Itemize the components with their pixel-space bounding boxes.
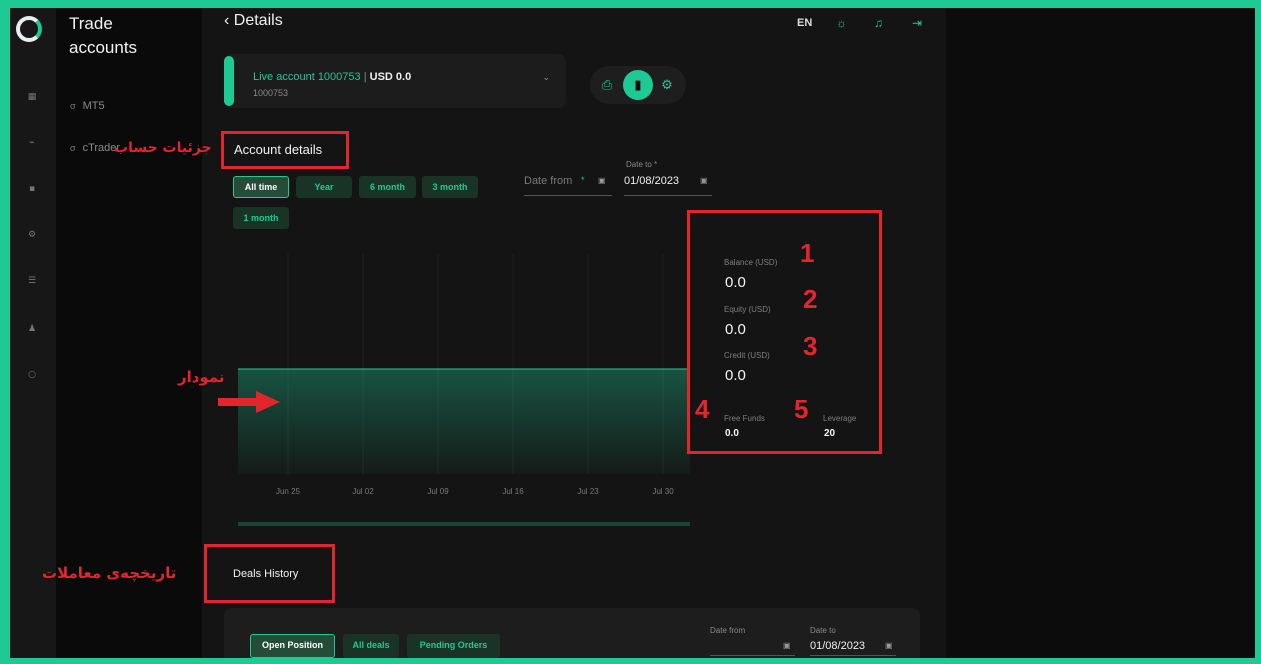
tab-pending-orders[interactable]: Pending Orders <box>407 634 500 658</box>
link-icon: σ <box>70 143 76 153</box>
page-title: Details <box>233 12 283 29</box>
chart-scroll-track[interactable] <box>238 522 690 526</box>
date-to-label: Date to <box>626 160 652 169</box>
tab-open-position[interactable]: Open Position <box>250 634 335 658</box>
balance-chart: Jun 25 Jul 02 Jul 09 Jul 16 Jul 23 Jul 30 <box>238 254 690 526</box>
chevron-left-icon: ‹ <box>224 12 230 29</box>
calendar-icon[interactable]: ▣ <box>885 641 893 650</box>
sidebar-item-label: MT5 <box>82 100 105 112</box>
account-number: 1000753 <box>253 88 289 98</box>
annotation-box-deals <box>204 544 335 603</box>
chart-icon[interactable]: ⌁ <box>27 138 37 148</box>
sidebar-item-mt5[interactable]: σ MT5 <box>70 100 105 112</box>
right-empty-pane <box>946 8 1255 658</box>
annotation-arrow-icon <box>218 391 280 413</box>
deals-date-to-value: 01/08/2023 <box>810 640 866 652</box>
filter-all-time[interactable]: All time <box>233 176 289 198</box>
required-mark: * <box>654 160 658 169</box>
theme-sun-icon[interactable]: ☼ <box>836 16 847 30</box>
statistics-icon[interactable]: ▮ <box>623 70 653 100</box>
account-name: Live account 1000753 <box>253 71 361 83</box>
date-from-placeholder: Date from <box>524 175 573 187</box>
date-to-field[interactable]: Date to * 01/08/2023 ▣ <box>624 160 712 196</box>
sidebar-title: Trade accounts <box>69 14 138 57</box>
date-to-value: 01/08/2023 <box>624 175 680 187</box>
required-mark: * <box>581 175 585 185</box>
x-tick-label: Jul 23 <box>577 487 599 496</box>
list-icon[interactable]: ☰ <box>27 276 37 286</box>
logo-icon[interactable] <box>16 16 42 42</box>
annotation-number: 3 <box>803 331 818 361</box>
calendar-icon[interactable]: ▣ <box>598 176 606 185</box>
deposit-icon[interactable]: ⎙ <box>592 70 622 100</box>
filter-1-month[interactable]: 1 month <box>233 207 289 229</box>
bell-icon[interactable]: ♫ <box>874 16 883 30</box>
deals-date-from-label: Date from <box>710 626 746 635</box>
tab-all-deals[interactable]: All deals <box>343 634 399 658</box>
icon-rail: ▦ ⌁ ▪ ⚙ ☰ ♟ ○ <box>10 8 56 658</box>
filter-6-month[interactable]: 6 month <box>359 176 416 198</box>
wallet-icon[interactable]: ▪ <box>27 184 37 194</box>
account-tools: ⎙ ▮ ⚙ <box>590 66 686 104</box>
sidebar: Trade accounts σ MT5 σ cTrader <box>56 8 202 658</box>
grid-icon[interactable]: ▦ <box>27 92 37 102</box>
annotation-number: 1 <box>800 238 815 268</box>
annotation-label-deals: تاریخچه‌ی معاملات <box>42 564 177 582</box>
account-title: Live account 1000753 | USD 0.0 <box>253 71 412 83</box>
link-icon: σ <box>70 101 76 111</box>
chevron-down-icon[interactable]: ⌄ <box>542 72 550 83</box>
sidebar-item-ctrader[interactable]: σ cTrader <box>70 142 120 154</box>
filter-3-month[interactable]: 3 month <box>422 176 478 198</box>
chart-area <box>238 369 690 474</box>
account-status-bar <box>224 56 234 106</box>
x-tick-label: Jun 25 <box>276 487 301 496</box>
language-switch[interactable]: EN <box>797 17 812 29</box>
x-tick-label: Jul 16 <box>502 487 524 496</box>
deals-date-to-field[interactable]: Date to 01/08/2023 ▣ <box>810 624 896 656</box>
annotation-box-stats <box>687 210 882 454</box>
annotation-number: 2 <box>803 284 818 314</box>
annotation-label-account-details: جزئیات حساب <box>114 140 212 156</box>
logout-icon[interactable]: ⇥ <box>912 16 922 30</box>
annotation-label-chart: نمودار <box>178 368 225 386</box>
x-tick-label: Jul 02 <box>352 487 374 496</box>
back-button[interactable]: ‹ Details <box>224 12 283 30</box>
deals-date-from-field[interactable]: Date from ▣ <box>710 624 795 656</box>
calendar-icon[interactable]: ▣ <box>700 176 708 185</box>
chat-icon[interactable]: ○ <box>27 370 37 380</box>
x-tick-label: Jul 09 <box>427 487 449 496</box>
annotation-number: 5 <box>794 394 809 424</box>
x-tick-label: Jul 30 <box>652 487 674 496</box>
gear-icon[interactable]: ⚙ <box>27 230 37 240</box>
calendar-icon[interactable]: ▣ <box>783 641 791 650</box>
annotation-number: 4 <box>695 394 710 424</box>
user-icon[interactable]: ♟ <box>27 324 37 334</box>
deals-date-to-label: Date to <box>810 626 836 635</box>
settings-icon[interactable]: ⚙ <box>652 70 682 100</box>
account-selector[interactable]: Live account 1000753 | USD 0.0 1000753 ⌄ <box>224 54 566 108</box>
account-balance: USD 0.0 <box>369 71 412 83</box>
filter-year[interactable]: Year <box>296 176 352 198</box>
annotation-box-account-details <box>221 131 349 169</box>
date-from-field[interactable]: Date from * ▣ <box>524 170 612 196</box>
deals-panel: Open Position All deals Pending Orders D… <box>224 608 920 658</box>
app-window: ▦ ⌁ ▪ ⚙ ☰ ♟ ○ Trade accounts σ MT5 σ cTrad… <box>10 8 1255 658</box>
